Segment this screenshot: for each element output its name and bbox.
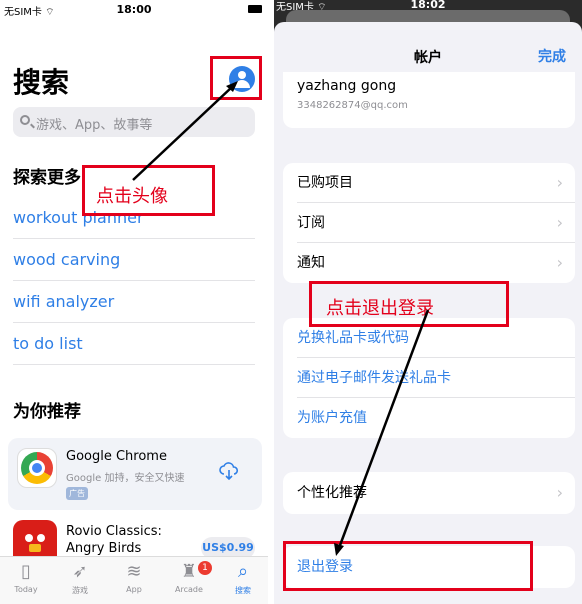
layers-icon: ≋ <box>126 561 142 582</box>
featured-app-card[interactable]: Google Chrome Google 加持，安全又快速 广告 <box>8 438 262 510</box>
account-email: 3348262874@qq.com <box>297 100 408 111</box>
angry-birds-app-icon <box>13 520 57 558</box>
clock: 18:00 <box>116 3 152 16</box>
status-bar: 无SIM卡 ⌔ 18:00 <box>0 0 268 20</box>
chrome-app-icon <box>17 448 57 488</box>
done-button[interactable]: 完成 <box>538 46 566 66</box>
sheet-title: 帐户 <box>414 50 442 66</box>
today-icon: ▯ <box>21 561 31 582</box>
tab-search[interactable]: ⌕ 搜索 <box>218 561 268 596</box>
chevron-right-icon: › <box>556 213 563 232</box>
suggestion-item[interactable]: wood carving <box>13 239 255 281</box>
explore-section-title: 探索更多 <box>13 168 81 188</box>
tab-games[interactable]: ➶ 游戏 <box>55 561 105 596</box>
search-input[interactable]: 游戏、App、故事等 <box>13 107 255 137</box>
tab-apps[interactable]: ≋ App <box>109 561 159 594</box>
sign-out-highlight-box <box>283 541 533 591</box>
avatar-highlight-box <box>210 56 262 100</box>
gift-card-group: 兑换礼品卡或代码 通过电子邮件发送礼品卡 为账户充值 <box>283 318 575 438</box>
joystick-icon: ♜ <box>180 561 198 582</box>
subscriptions-row[interactable]: 订阅 › <box>297 203 575 243</box>
app-subtitle: Google 加持，安全又快速 <box>66 473 185 484</box>
left-callout-text: 点击头像 <box>96 186 168 207</box>
suggestion-item[interactable]: wifi analyzer <box>13 281 255 323</box>
chevron-right-icon: › <box>556 173 563 192</box>
tab-today[interactable]: ▯ Today <box>1 561 51 594</box>
search-placeholder: 游戏、App、故事等 <box>36 118 153 133</box>
page-title: 搜索 <box>13 66 70 99</box>
notifications-row[interactable]: 通知 › <box>297 243 575 283</box>
menu-group: 已购项目 › 订阅 › 通知 › <box>283 163 575 283</box>
add-funds-row[interactable]: 为账户充值 <box>297 398 575 438</box>
app-name: Rovio Classics: Angry Birds <box>66 524 162 556</box>
chevron-right-icon: › <box>556 253 563 272</box>
recommend-section-title: 为你推荐 <box>13 402 81 422</box>
battery-icon <box>248 5 262 13</box>
send-gift-card-row[interactable]: 通过电子邮件发送礼品卡 <box>297 358 575 398</box>
purchased-row[interactable]: 已购项目 › <box>297 163 575 203</box>
cloud-download-icon[interactable] <box>219 462 239 480</box>
account-info-card[interactable]: yazhang gong 3348262874@qq.com <box>283 72 575 128</box>
suggestion-item[interactable]: to do list <box>13 323 255 365</box>
app-name: Google Chrome <box>66 449 167 464</box>
search-icon: ⌕ <box>237 561 249 582</box>
arcade-badge: 1 <box>198 561 212 575</box>
personalization-group: 个性化推荐 › <box>283 472 575 514</box>
tab-bar: ▯ Today ➶ 游戏 ≋ App ♜ Arcade ⌕ 搜索 <box>0 556 268 604</box>
rocket-icon: ➶ <box>72 561 88 582</box>
personalized-recommendations-row[interactable]: 个性化推荐 › <box>297 473 575 513</box>
search-icon <box>20 115 30 125</box>
chevron-right-icon: › <box>556 483 563 502</box>
right-callout-text: 点击退出登录 <box>326 298 434 319</box>
account-name: yazhang gong <box>297 78 397 94</box>
ad-badge: 广告 <box>66 487 88 500</box>
